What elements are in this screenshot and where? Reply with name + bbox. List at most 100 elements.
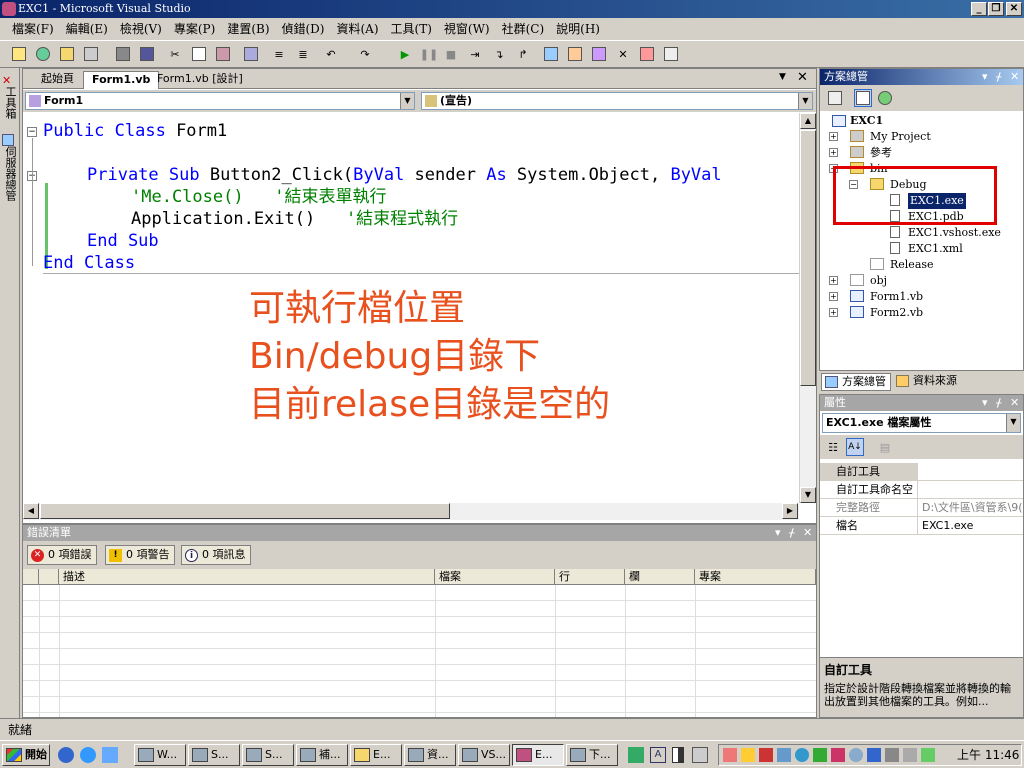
tab-start-page[interactable]: 起始頁 xyxy=(33,71,82,89)
stop-icon[interactable]: ■ xyxy=(442,45,460,63)
property-value[interactable] xyxy=(920,481,1023,499)
menu-item[interactable]: 工具(T) xyxy=(385,18,438,40)
taskbar-button-5[interactable]: E... xyxy=(350,744,402,766)
ie-quicklaunch-icon[interactable] xyxy=(58,747,74,763)
panel-menu-icon[interactable]: ▾ xyxy=(982,395,988,411)
tree-exc1-vshost[interactable]: EXC1.vshost.exe xyxy=(908,225,1001,241)
menu-item[interactable]: 資料(A) xyxy=(331,18,385,40)
new-project-icon[interactable] xyxy=(10,45,28,63)
property-row[interactable]: 自訂工具 xyxy=(820,463,1023,481)
property-value[interactable]: EXC1.exe xyxy=(920,517,1023,535)
column-line[interactable]: 行 xyxy=(555,569,625,585)
categorized-icon[interactable]: ☷ xyxy=(824,438,842,456)
taskbar-button-9[interactable]: 下... xyxy=(566,744,618,766)
tray-network-icon[interactable] xyxy=(741,748,755,762)
menu-item[interactable]: 社群(C) xyxy=(496,18,551,40)
tab-form1-design[interactable]: Form1.vb [設計] xyxy=(149,71,251,89)
menu-item[interactable]: 視窗(W) xyxy=(438,18,496,40)
menu-item[interactable]: 檔案(F) xyxy=(6,18,60,40)
start-debug-icon[interactable]: ▶ xyxy=(396,45,414,63)
restore-button[interactable]: ❐ xyxy=(988,2,1004,16)
ime-mode-icon[interactable]: A xyxy=(650,747,666,763)
object-browser-icon[interactable] xyxy=(590,45,608,63)
save-icon[interactable] xyxy=(114,45,132,63)
save-all-icon[interactable] xyxy=(138,45,156,63)
column-column[interactable]: 欄 xyxy=(625,569,695,585)
column-description[interactable]: 描述 xyxy=(59,569,435,585)
taskbar-button-4[interactable]: 補... xyxy=(296,744,348,766)
editor-horizontal-scrollbar[interactable]: ◀ ▶ xyxy=(23,503,799,520)
property-pages-icon[interactable]: ▤ xyxy=(876,438,894,456)
uncomment-icon[interactable]: ≣ xyxy=(294,45,312,63)
property-row[interactable]: 完整路徑 D:\文件區\資管系\9( xyxy=(820,499,1023,517)
column-icon[interactable] xyxy=(39,569,59,585)
tree-form1[interactable]: Form1.vb xyxy=(870,289,923,305)
scroll-right-icon[interactable]: ▶ xyxy=(782,503,798,519)
class-name-combo[interactable]: Form1 ▼ xyxy=(25,92,415,110)
step-out-icon[interactable]: ↱ xyxy=(514,45,532,63)
taskbar-button-7[interactable]: VS... xyxy=(458,744,510,766)
clock[interactable]: 上午 11:46 xyxy=(957,745,1019,765)
messages-filter-button[interactable]: i 0 項訊息 xyxy=(181,545,251,565)
tray-display-icon[interactable] xyxy=(777,748,791,762)
tree-references[interactable]: 參考 xyxy=(870,145,892,161)
tree-obj[interactable]: obj xyxy=(870,273,887,289)
tray-volume-icon[interactable] xyxy=(885,748,899,762)
refresh-icon[interactable] xyxy=(876,89,894,107)
ime-half-icon[interactable] xyxy=(672,747,684,763)
server-explorer-tab[interactable]: 伺服器總管 xyxy=(2,134,18,204)
menu-item[interactable]: 專案(P) xyxy=(168,18,221,40)
add-item-icon[interactable] xyxy=(34,45,52,63)
close-panel-icon[interactable]: ✕ xyxy=(1010,395,1019,411)
property-row[interactable]: 自訂工具命名空 xyxy=(820,481,1023,499)
scroll-down-icon[interactable]: ▼ xyxy=(800,487,816,503)
tray-update-icon[interactable] xyxy=(795,748,809,762)
undo-icon[interactable]: ↶ xyxy=(322,45,340,63)
expand-icon[interactable]: + xyxy=(829,132,838,141)
properties-view-icon[interactable] xyxy=(826,89,844,107)
taskbar-button-8-active[interactable]: E... xyxy=(512,744,564,766)
tray-power-icon[interactable] xyxy=(921,748,935,762)
hscroll-thumb[interactable] xyxy=(40,503,450,519)
solution-explorer-icon[interactable] xyxy=(542,45,560,63)
desktop-quicklaunch-icon[interactable] xyxy=(102,747,118,763)
pin-icon[interactable]: ᚋ xyxy=(789,525,794,541)
tree-release[interactable]: Release xyxy=(890,257,934,273)
tree-exc1-xml[interactable]: EXC1.xml xyxy=(908,241,963,257)
tray-antivirus-icon[interactable] xyxy=(759,748,773,762)
tree-my-project[interactable]: My Project xyxy=(870,129,931,145)
chevron-down-icon[interactable]: ▼ xyxy=(400,93,414,109)
show-all-files-icon[interactable] xyxy=(854,89,872,107)
comment-icon[interactable]: ≡ xyxy=(270,45,288,63)
pause-icon[interactable]: ❚❚ xyxy=(420,45,438,63)
close-document-icon[interactable]: ✕ xyxy=(797,70,808,85)
menu-item[interactable]: 說明(H) xyxy=(550,18,606,40)
editor-vertical-scrollbar[interactable]: ▲ ▼ xyxy=(799,113,816,503)
tab-solution-explorer[interactable]: 方案總管 xyxy=(821,373,891,391)
toolbox-tab[interactable]: ✕ 工具箱 xyxy=(2,74,18,122)
tab-list-dropdown-icon[interactable]: ▼ xyxy=(779,72,786,82)
find-icon[interactable] xyxy=(242,45,260,63)
warnings-filter-button[interactable]: ! 0 項警告 xyxy=(105,545,175,565)
ime-keyboard-icon[interactable] xyxy=(692,747,708,763)
close-button[interactable]: ✕ xyxy=(1006,2,1022,16)
column-project[interactable]: 專案 xyxy=(695,569,816,585)
scroll-left-icon[interactable]: ◀ xyxy=(23,503,39,519)
property-value[interactable] xyxy=(920,463,1023,481)
menu-item[interactable]: 建置(B) xyxy=(221,18,275,40)
tray-java-icon[interactable] xyxy=(723,748,737,762)
step-into-icon[interactable]: ⇥ xyxy=(466,45,484,63)
open-file-icon[interactable] xyxy=(58,45,76,63)
menu-item[interactable]: 編輯(E) xyxy=(60,18,114,40)
redo-icon[interactable]: ↷ xyxy=(356,45,374,63)
minimize-button[interactable]: _ xyxy=(971,2,987,16)
errors-filter-button[interactable]: ✕ 0 項錯誤 xyxy=(27,545,97,565)
window-layout-icon[interactable] xyxy=(662,45,680,63)
expand-icon[interactable]: + xyxy=(829,292,838,301)
taskbar-button-6[interactable]: 資... xyxy=(404,744,456,766)
tree-form2[interactable]: Form2.vb xyxy=(870,305,923,321)
expand-icon[interactable]: + xyxy=(829,276,838,285)
tray-messenger-icon[interactable] xyxy=(813,748,827,762)
step-over-icon[interactable]: ↴ xyxy=(490,45,508,63)
chevron-down-icon[interactable]: ▼ xyxy=(1006,414,1020,432)
